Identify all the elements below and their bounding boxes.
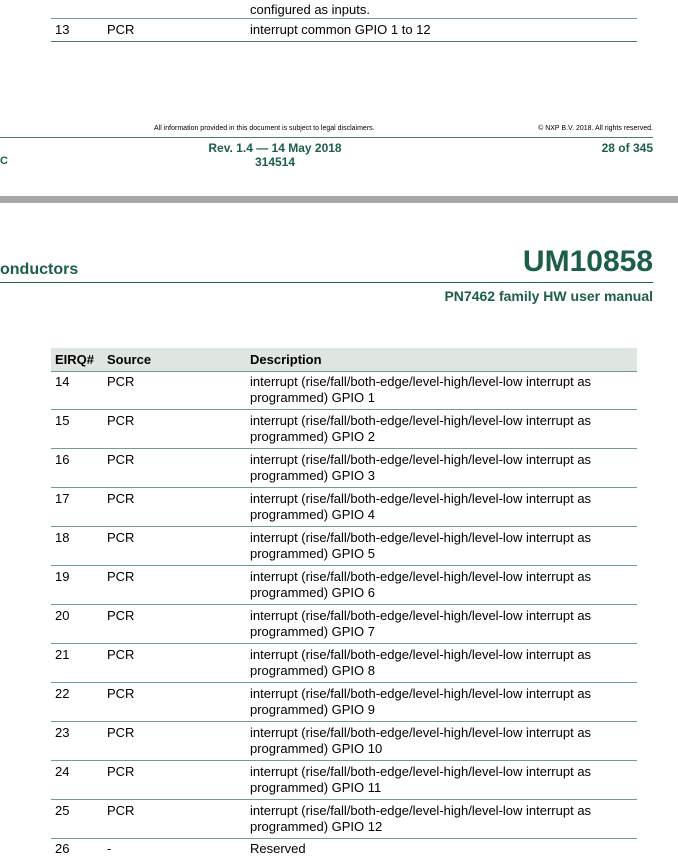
footer-copyright: © NXP B.V. 2018. All rights reserved. (538, 125, 653, 132)
source-cell: PCR (107, 764, 135, 779)
description-cell: interrupt (rise/fall/both-edge/level-hig… (250, 647, 592, 678)
description-cell: interrupt (rise/fall/both-edge/level-hig… (250, 452, 592, 483)
footer-disclaimer: All information provided in this documen… (154, 125, 375, 132)
eirq-cell: 23 (55, 725, 70, 740)
description-cell: interrupt (rise/fall/both-edge/level-hig… (250, 413, 592, 444)
table-row: 19 PCR interrupt (rise/fall/both-edge/le… (51, 566, 637, 605)
previous-page-fragment: configured as inputs. 13 PCR interrupt c… (0, 0, 678, 196)
header-document-id: UM10858 (522, 245, 653, 278)
interrupt-table: EIRQ# Source Description 14 PCR interrup… (51, 348, 637, 861)
eirq-cell: 24 (55, 764, 70, 779)
footer-left-label: C (0, 155, 8, 167)
description-cell: interrupt (rise/fall/both-edge/level-hig… (250, 374, 592, 405)
description-cell: interrupt (rise/fall/both-edge/level-hig… (250, 803, 592, 834)
header-rule (0, 282, 653, 283)
source-cell: PCR (107, 413, 135, 428)
eirq-cell: 25 (55, 803, 70, 818)
eirq-cell: 13 (55, 22, 70, 37)
description-cell: interrupt (rise/fall/both-edge/level-hig… (250, 608, 592, 639)
source-cell: PCR (107, 22, 135, 37)
eirq-cell: 15 (55, 413, 70, 428)
source-cell: PCR (107, 569, 135, 584)
eirq-cell: 20 (55, 608, 70, 623)
footer-page-number: 28 of 345 (601, 141, 653, 155)
source-cell: PCR (107, 530, 135, 545)
footer-revision-block: Rev. 1.4 — 14 May 2018 314514 (180, 141, 370, 169)
table-row: 16 PCR interrupt (rise/fall/both-edge/le… (51, 449, 637, 488)
source-cell: PCR (107, 452, 135, 467)
source-cell: PCR (107, 647, 135, 662)
table-row: 15 PCR interrupt (rise/fall/both-edge/le… (51, 410, 637, 449)
eirq-cell: 14 (55, 374, 70, 389)
table-row: 20 PCR interrupt (rise/fall/both-edge/le… (51, 605, 637, 644)
table-header-row: EIRQ# Source Description (51, 348, 637, 371)
description-cell: interrupt (rise/fall/both-edge/level-hig… (250, 569, 592, 600)
description-cell: interrupt (rise/fall/both-edge/level-hig… (250, 725, 592, 756)
table-row: 13 PCR interrupt common GPIO 1 to 12 (51, 20, 637, 42)
footer-revision: Rev. 1.4 — 14 May 2018 (208, 141, 342, 155)
eirq-cell: 16 (55, 452, 70, 467)
footer-doc-number: 314514 (254, 155, 296, 169)
footer-rule (0, 137, 653, 138)
description-cell: Reserved (250, 841, 306, 856)
table-header-rule (51, 371, 637, 372)
column-header-eirq: EIRQ# (55, 352, 95, 367)
header-subtitle: PN7462 family HW user manual (444, 288, 653, 304)
source-cell: PCR (107, 803, 135, 818)
page-separator (0, 196, 678, 203)
description-cell: interrupt common GPIO 1 to 12 (250, 22, 431, 37)
table-row: 14 PCR interrupt (rise/fall/both-edge/le… (51, 371, 637, 410)
source-cell: PCR (107, 725, 135, 740)
table-row: 17 PCR interrupt (rise/fall/both-edge/le… (51, 488, 637, 527)
table-row-divider (51, 18, 637, 19)
source-cell: - (107, 841, 112, 856)
table-row: 25 PCR interrupt (rise/fall/both-edge/le… (51, 800, 637, 839)
header-company-name: onductors (0, 261, 79, 278)
table-row: 26 - Reserved (51, 839, 637, 861)
column-header-description: Description (250, 352, 322, 367)
table-bottom-rule (51, 41, 637, 42)
description-cell: interrupt (rise/fall/both-edge/level-hig… (250, 530, 592, 561)
eirq-cell: 19 (55, 569, 70, 584)
description-cell: interrupt (rise/fall/both-edge/level-hig… (250, 764, 592, 795)
column-header-source: Source (107, 352, 152, 367)
continued-description-text: configured as inputs. (250, 2, 370, 17)
description-cell: interrupt (rise/fall/both-edge/level-hig… (250, 491, 592, 522)
table-row: 23 PCR interrupt (rise/fall/both-edge/le… (51, 722, 637, 761)
eirq-cell: 26 (55, 841, 70, 856)
eirq-cell: 22 (55, 686, 70, 701)
source-cell: PCR (107, 491, 135, 506)
eirq-cell: 18 (55, 530, 70, 545)
table-row: 24 PCR interrupt (rise/fall/both-edge/le… (51, 761, 637, 800)
source-cell: PCR (107, 374, 135, 389)
source-cell: PCR (107, 686, 135, 701)
eirq-cell: 21 (55, 647, 70, 662)
eirq-cell: 17 (55, 491, 70, 506)
source-cell: PCR (107, 608, 135, 623)
table-row: 21 PCR interrupt (rise/fall/both-edge/le… (51, 644, 637, 683)
table-row: 22 PCR interrupt (rise/fall/both-edge/le… (51, 683, 637, 722)
description-cell: interrupt (rise/fall/both-edge/level-hig… (250, 686, 592, 717)
table-row: 18 PCR interrupt (rise/fall/both-edge/le… (51, 527, 637, 566)
